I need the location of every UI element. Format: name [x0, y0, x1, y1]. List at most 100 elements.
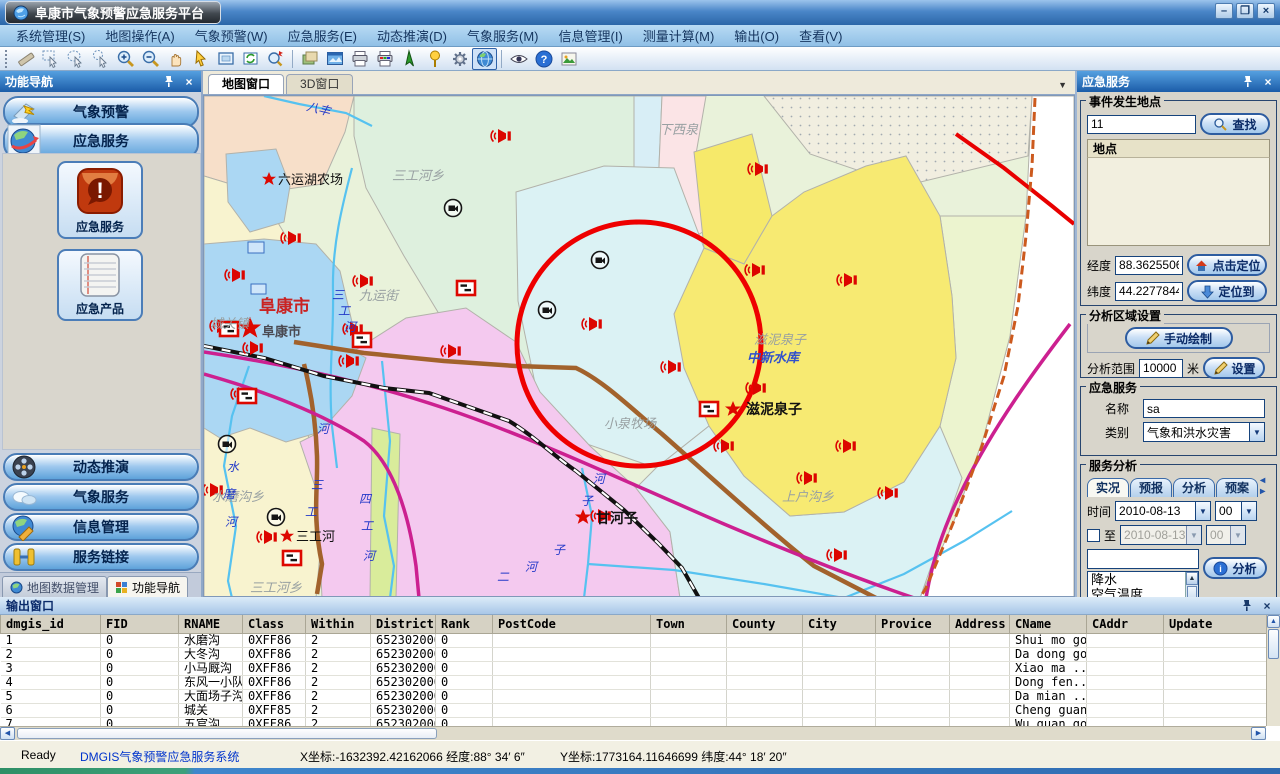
tab-analysis[interactable]: 分析: [1173, 478, 1215, 497]
column-header[interactable]: CName: [1010, 615, 1087, 633]
service-type-select[interactable]: 气象和洪水灾害 ▼: [1143, 422, 1265, 442]
select-box-icon[interactable]: [38, 48, 63, 70]
menu-map-ops[interactable]: 地图操作(A): [95, 26, 184, 45]
refresh-icon[interactable]: [238, 48, 263, 70]
pan-icon[interactable]: [163, 48, 188, 70]
table-row[interactable]: 30小马厩沟0XFF8626523020000Xiao ma ...: [1, 661, 1267, 675]
place-mark-icon[interactable]: [422, 48, 447, 70]
tab-3d-window[interactable]: 3D窗口: [286, 74, 353, 94]
print-icon[interactable]: [347, 48, 372, 70]
help-icon[interactable]: ?: [531, 48, 556, 70]
scroll-left-icon[interactable]: ◀: [0, 727, 15, 740]
settings-icon[interactable]: [447, 48, 472, 70]
column-header[interactable]: Provice: [876, 615, 950, 633]
longitude-input[interactable]: [1115, 256, 1183, 275]
range-input[interactable]: [1139, 359, 1183, 378]
set-button[interactable]: 设置: [1203, 357, 1265, 379]
close-icon[interactable]: ×: [1261, 75, 1275, 89]
shortcut-emergency-product[interactable]: 应急产品: [57, 249, 143, 321]
hour-select[interactable]: 00 ▼: [1215, 501, 1257, 521]
tab-map-window[interactable]: 地图窗口: [208, 74, 284, 94]
pointer-icon[interactable]: [188, 48, 213, 70]
full-extent-icon[interactable]: [213, 48, 238, 70]
pin-icon[interactable]: [1241, 75, 1255, 89]
column-header[interactable]: PostCode: [493, 615, 651, 633]
date-to-select[interactable]: 2010-08-13 ▼: [1120, 525, 1202, 545]
measure-icon[interactable]: [13, 48, 38, 70]
output-horizontal-scrollbar[interactable]: ◀ ▶: [0, 726, 1266, 740]
group-info-management[interactable]: 信息管理: [3, 513, 199, 541]
identify-icon[interactable]: [263, 48, 288, 70]
menu-weather-warning[interactable]: 气象预警(W): [185, 26, 278, 45]
tab-live[interactable]: 实况: [1087, 478, 1129, 497]
column-header[interactable]: CAddr: [1087, 615, 1164, 633]
scrollbar-thumb[interactable]: [1268, 629, 1279, 659]
minimize-button[interactable]: –: [1215, 3, 1233, 19]
column-header[interactable]: dmgis_id: [1, 615, 101, 633]
menu-view[interactable]: 查看(V): [789, 26, 852, 45]
menu-measure[interactable]: 测量计算(M): [633, 26, 725, 45]
maximize-button[interactable]: ❐: [1236, 3, 1254, 19]
map-window-icon[interactable]: [322, 48, 347, 70]
click-locate-button[interactable]: 点击定位: [1187, 254, 1267, 276]
column-header[interactable]: Within: [306, 615, 371, 633]
list-item[interactable]: 空气温度: [1088, 587, 1198, 597]
column-header[interactable]: RNAME: [179, 615, 243, 633]
web-map-icon[interactable]: [472, 48, 497, 70]
search-button[interactable]: 查找: [1200, 113, 1270, 135]
group-weather-service[interactable]: 气象服务: [3, 483, 199, 511]
element-filter-box[interactable]: [1087, 549, 1199, 569]
table-row[interactable]: 20大冬沟0XFF8626523020000Da dong gou: [1, 647, 1267, 661]
close-icon[interactable]: ×: [1260, 599, 1274, 613]
scrollbar-thumb[interactable]: [17, 728, 437, 739]
tab-scroll-arrows[interactable]: ◂ ▸: [1260, 475, 1270, 497]
eagle-eye-icon[interactable]: [506, 48, 531, 70]
date-select[interactable]: 2010-08-13 ▼: [1115, 501, 1211, 521]
column-header[interactable]: Update: [1164, 615, 1267, 633]
service-name-input[interactable]: [1143, 399, 1265, 418]
shortcut-emergency-service[interactable]: ! 应急服务: [57, 161, 143, 239]
map-canvas[interactable]: 六运湖农场 三工河乡 下西泉 九运街 阜康市 阜康市 城关镇 滋泥泉子 中新水库…: [203, 95, 1075, 597]
latitude-input[interactable]: [1115, 282, 1183, 301]
list-scrollbar[interactable]: ▲: [1185, 572, 1198, 597]
close-button[interactable]: ×: [1257, 3, 1275, 19]
tab-forecast[interactable]: 预报: [1130, 478, 1172, 497]
column-header[interactable]: County: [727, 615, 803, 633]
pin-icon[interactable]: [1240, 599, 1254, 613]
scroll-right-icon[interactable]: ▶: [1251, 727, 1266, 740]
place-list[interactable]: [1087, 158, 1270, 246]
table-row[interactable]: 40东风一小队0XFF8626523020000Dong fen...: [1, 675, 1267, 689]
to-checkbox[interactable]: [1087, 529, 1100, 542]
menu-dynamic-deduction[interactable]: 动态推演(D): [367, 26, 457, 45]
menu-system[interactable]: 系统管理(S): [6, 26, 95, 45]
hour-to-select[interactable]: 00 ▼: [1206, 525, 1246, 545]
snapshot-icon[interactable]: [556, 48, 581, 70]
select-lasso-icon[interactable]: [63, 48, 88, 70]
toolbar-grip[interactable]: [5, 50, 10, 68]
menu-output[interactable]: 输出(O): [724, 26, 789, 45]
menu-weather-service[interactable]: 气象服务(M): [457, 26, 549, 45]
tab-plan[interactable]: 预案: [1216, 478, 1258, 497]
zoom-out-icon[interactable]: [138, 48, 163, 70]
green-pointer-icon[interactable]: [397, 48, 422, 70]
list-item[interactable]: 降水: [1088, 572, 1198, 587]
tab-map-data-management[interactable]: 地图数据管理: [2, 576, 107, 597]
table-row[interactable]: 60城关0XFF8526523020000Cheng guan: [1, 703, 1267, 717]
column-header[interactable]: Rank: [436, 615, 493, 633]
group-dynamic-deduction[interactable]: 动态推演: [3, 453, 199, 481]
menu-info-management[interactable]: 信息管理(I): [549, 26, 633, 45]
manual-draw-button[interactable]: 手动绘制: [1125, 327, 1233, 349]
pin-icon[interactable]: [162, 75, 176, 89]
output-vertical-scrollbar[interactable]: ▲: [1266, 615, 1280, 726]
print-color-icon[interactable]: [372, 48, 397, 70]
menu-emergency-service[interactable]: 应急服务(E): [278, 26, 367, 45]
group-service-links[interactable]: 服务链接: [3, 543, 199, 571]
analyze-button[interactable]: i 分析: [1203, 557, 1267, 579]
select-point-icon[interactable]: [88, 48, 113, 70]
column-header[interactable]: FID: [101, 615, 179, 633]
close-icon[interactable]: ×: [182, 75, 196, 89]
table-row[interactable]: 10水磨沟0XFF8626523020000Shui mo gou: [1, 633, 1267, 647]
column-header[interactable]: Town: [651, 615, 727, 633]
locate-to-button[interactable]: 定位到: [1187, 280, 1267, 302]
layers-icon[interactable]: [297, 48, 322, 70]
